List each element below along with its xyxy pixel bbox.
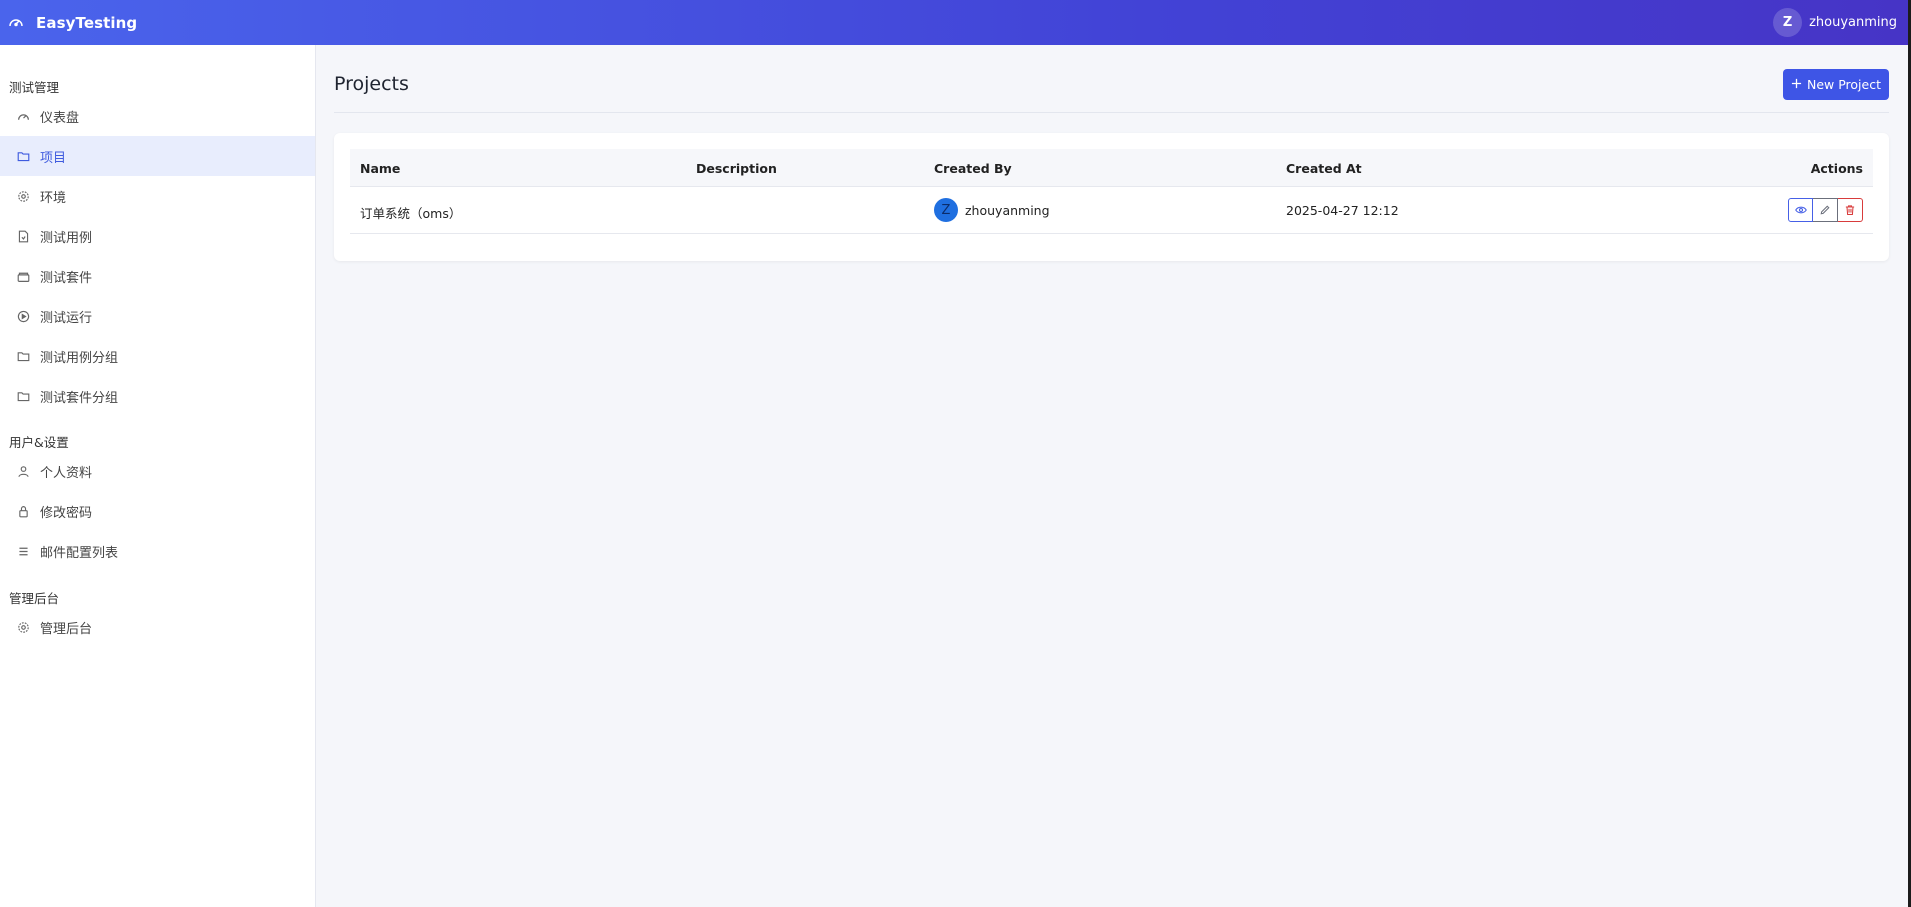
folder-icon bbox=[17, 350, 30, 363]
avatar: Z bbox=[1773, 8, 1803, 37]
table-row: 订单系统（oms） Z zhouyanming 2025-04-27 12:12 bbox=[350, 188, 1873, 234]
top-bar: EasyTesting Z zhouyanming bbox=[0, 0, 1911, 45]
user-menu[interactable]: Z zhouyanming bbox=[1773, 8, 1897, 37]
row-actions bbox=[1788, 198, 1863, 222]
play-circle-icon bbox=[17, 310, 30, 323]
sidebar-item-label: 测试套件 bbox=[40, 270, 93, 286]
sidebar-item-label: 管理后台 bbox=[40, 621, 93, 637]
new-project-button[interactable]: New Project bbox=[1783, 69, 1889, 100]
project-name: 订单系统（oms） bbox=[360, 206, 462, 221]
sidebar-item-label: 测试运行 bbox=[40, 310, 93, 326]
user-name: zhouyanming bbox=[1809, 15, 1897, 30]
sidebar-group-title: 用户&设置 bbox=[9, 435, 69, 450]
sidebar: 测试管理 仪表盘 项目 环境 测试用例 测试套件 测试运行 测试用例分组 测试套… bbox=[0, 45, 316, 907]
avatar: Z bbox=[934, 198, 958, 222]
user-icon bbox=[17, 465, 30, 478]
sidebar-item-label: 测试套件分组 bbox=[40, 390, 119, 406]
creator-name: zhouyanming bbox=[965, 202, 1050, 218]
gear-icon bbox=[17, 621, 30, 634]
folder-icon bbox=[17, 390, 30, 403]
table-header: Name Description Created By Created At A… bbox=[350, 149, 1873, 187]
sidebar-item-label: 修改密码 bbox=[40, 505, 93, 521]
sidebar-item-label: 测试用例 bbox=[40, 230, 93, 246]
lock-icon bbox=[17, 505, 30, 518]
sidebar-item-label: 环境 bbox=[40, 190, 67, 206]
sidebar-item-dashboard[interactable]: 仪表盘 bbox=[0, 96, 315, 136]
sidebar-item-test-suite-groups[interactable]: 测试套件分组 bbox=[0, 376, 315, 416]
sidebar-item-test-runs[interactable]: 测试运行 bbox=[0, 296, 315, 336]
project-created-at: 2025-04-27 12:12 bbox=[1286, 203, 1399, 218]
brand[interactable]: EasyTesting bbox=[8, 14, 137, 32]
list-icon bbox=[17, 545, 30, 558]
sidebar-item-label: 个人资料 bbox=[40, 465, 93, 481]
edit-button[interactable] bbox=[1813, 198, 1838, 222]
gauge-icon bbox=[8, 14, 26, 32]
app-title: EasyTesting bbox=[36, 13, 138, 32]
sidebar-item-environments[interactable]: 环境 bbox=[0, 176, 315, 216]
column-header-name: Name bbox=[360, 161, 401, 176]
gear-icon bbox=[17, 190, 30, 203]
gauge-icon bbox=[17, 110, 30, 123]
page-title: Projects bbox=[334, 73, 409, 95]
sidebar-item-test-case-groups[interactable]: 测试用例分组 bbox=[0, 336, 315, 376]
sidebar-item-profile[interactable]: 个人资料 bbox=[0, 451, 315, 491]
new-project-label: New Project bbox=[1806, 77, 1881, 92]
sidebar-item-label: 测试用例分组 bbox=[40, 350, 119, 366]
sidebar-item-test-suites[interactable]: 测试套件 bbox=[0, 256, 315, 296]
view-button[interactable] bbox=[1788, 198, 1813, 222]
delete-button[interactable] bbox=[1838, 198, 1863, 222]
eye-icon bbox=[1794, 201, 1807, 220]
sidebar-item-label: 邮件配置列表 bbox=[40, 545, 119, 561]
sidebar-item-mail-config[interactable]: 邮件配置列表 bbox=[0, 531, 315, 571]
projects-table-card: Name Description Created By Created At A… bbox=[334, 133, 1889, 261]
sidebar-item-admin[interactable]: 管理后台 bbox=[0, 607, 315, 647]
file-icon bbox=[17, 230, 30, 243]
sidebar-item-label: 仪表盘 bbox=[40, 110, 80, 126]
pencil-icon bbox=[1819, 201, 1831, 220]
sidebar-item-label: 项目 bbox=[40, 150, 67, 166]
trash-icon bbox=[1844, 201, 1856, 220]
sidebar-group-title: 管理后台 bbox=[9, 591, 60, 606]
column-header-created-by: Created By bbox=[934, 161, 1012, 176]
box-icon bbox=[17, 270, 30, 283]
sidebar-item-projects[interactable]: 项目 bbox=[0, 136, 315, 176]
column-header-description: Description bbox=[696, 161, 777, 176]
sidebar-group-title: 测试管理 bbox=[9, 80, 60, 95]
project-creator: Z zhouyanming bbox=[934, 198, 1050, 222]
divider bbox=[334, 112, 1889, 113]
folder-icon bbox=[17, 150, 30, 163]
column-header-created-at: Created At bbox=[1286, 161, 1362, 176]
column-header-actions: Actions bbox=[1810, 161, 1863, 176]
plus-icon bbox=[1791, 77, 1802, 92]
sidebar-item-change-password[interactable]: 修改密码 bbox=[0, 491, 315, 531]
sidebar-item-test-cases[interactable]: 测试用例 bbox=[0, 216, 315, 256]
